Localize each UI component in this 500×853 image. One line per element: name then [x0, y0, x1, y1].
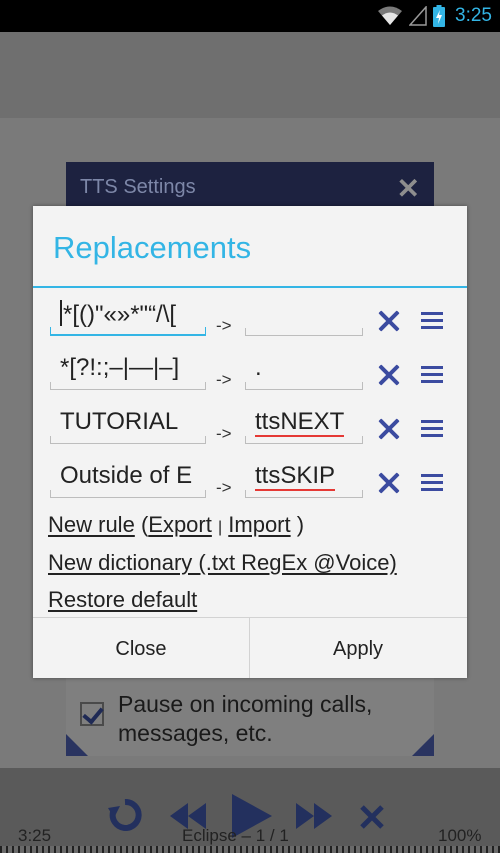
rule-row: Outside of E -> ttsSKIP: [33, 458, 467, 512]
signal-icon: [409, 6, 427, 26]
pause-on-calls-checkbox[interactable]: [80, 702, 104, 726]
pattern-input[interactable]: Outside of E: [50, 458, 206, 498]
pattern-input[interactable]: TUTORIAL: [50, 404, 206, 444]
rule-arrow: ->: [216, 316, 232, 335]
replacement-text: ttsSKIP: [255, 462, 336, 491]
tts-settings-title: TTS Settings: [80, 176, 196, 198]
rule-row: *[?!:;–|—|–] -> .: [33, 350, 467, 404]
export-link[interactable]: Export: [148, 512, 212, 537]
pattern-text: Outside of E: [60, 462, 193, 489]
rule-row: *[()"«»*"“/\[ ->: [33, 296, 467, 350]
resize-corner-left: [66, 734, 88, 756]
delete-rule-icon[interactable]: [378, 472, 400, 494]
drag-handle-icon[interactable]: [421, 312, 443, 330]
rotate-icon[interactable]: [108, 798, 142, 832]
status-clock: 3:25: [455, 5, 492, 26]
link-separator: |: [217, 519, 223, 536]
dialog-title: Replacements: [53, 230, 252, 265]
pattern-input[interactable]: *[?!:;–|—|–]: [50, 350, 206, 390]
zoom-level: 100%: [438, 826, 482, 845]
new-rule-link[interactable]: New rule: [48, 512, 135, 537]
replacement-text: ttsNEXT: [255, 408, 345, 437]
resize-corner-right: [412, 734, 434, 756]
replacements-dialog: Replacements *[()"«»*"“/\[ -> *[?!:;–|—|…: [33, 206, 467, 678]
book-progress: Eclipse – 1 / 1: [182, 826, 289, 845]
fast-forward-icon[interactable]: [296, 803, 332, 829]
rule-arrow: ->: [216, 424, 232, 443]
rule-actions-line: New rule (Export | Import ): [48, 512, 304, 538]
rule-row: TUTORIAL -> ttsNEXT: [33, 404, 467, 458]
import-link[interactable]: Import: [228, 512, 290, 537]
progress-ruler: [0, 846, 500, 853]
close-paren: ): [296, 512, 305, 537]
replacement-input[interactable]: .: [245, 350, 363, 390]
drag-handle-icon[interactable]: [421, 420, 443, 438]
delete-rule-icon[interactable]: [378, 364, 400, 386]
new-dictionary-link[interactable]: New dictionary (.txt RegEx @Voice): [48, 550, 397, 575]
new-dictionary-line: New dictionary (.txt RegEx @Voice): [48, 550, 397, 576]
restore-default-line: Restore default: [48, 587, 197, 613]
wifi-icon: [378, 6, 403, 25]
pattern-text: *[?!:;–|—|–]: [60, 354, 180, 381]
text-cursor: [60, 300, 62, 326]
replacement-input[interactable]: ttsSKIP: [245, 458, 363, 498]
replacement-input[interactable]: [245, 296, 363, 336]
player-time: 3:25: [18, 826, 52, 845]
reader-top-band: [0, 32, 500, 118]
pattern-text: TUTORIAL: [60, 408, 179, 435]
pause-on-calls-row[interactable]: Pause on incoming calls, messages, etc.: [80, 690, 420, 748]
title-divider: [33, 286, 467, 288]
battery-charging-icon: [433, 5, 446, 27]
pattern-input[interactable]: *[()"«»*"“/\[: [50, 296, 206, 336]
replacement-input[interactable]: ttsNEXT: [245, 404, 363, 444]
stop-icon[interactable]: [360, 805, 384, 829]
status-bar: 3:25: [0, 0, 500, 32]
delete-rule-icon[interactable]: [378, 310, 400, 332]
delete-rule-icon[interactable]: [378, 418, 400, 440]
restore-default-link[interactable]: Restore default: [48, 587, 197, 612]
replacement-text: .: [255, 354, 262, 381]
apply-button[interactable]: Apply: [250, 618, 466, 678]
pause-on-calls-label: Pause on incoming calls, messages, etc.: [118, 691, 373, 746]
rule-arrow: ->: [216, 478, 232, 497]
close-icon[interactable]: ✕: [397, 172, 420, 205]
drag-handle-icon[interactable]: [421, 366, 443, 384]
pattern-text: *[()"«»*"“/\[: [63, 301, 177, 328]
drag-handle-icon[interactable]: [421, 474, 443, 492]
close-button[interactable]: Close: [33, 618, 249, 678]
rule-arrow: ->: [216, 370, 232, 389]
